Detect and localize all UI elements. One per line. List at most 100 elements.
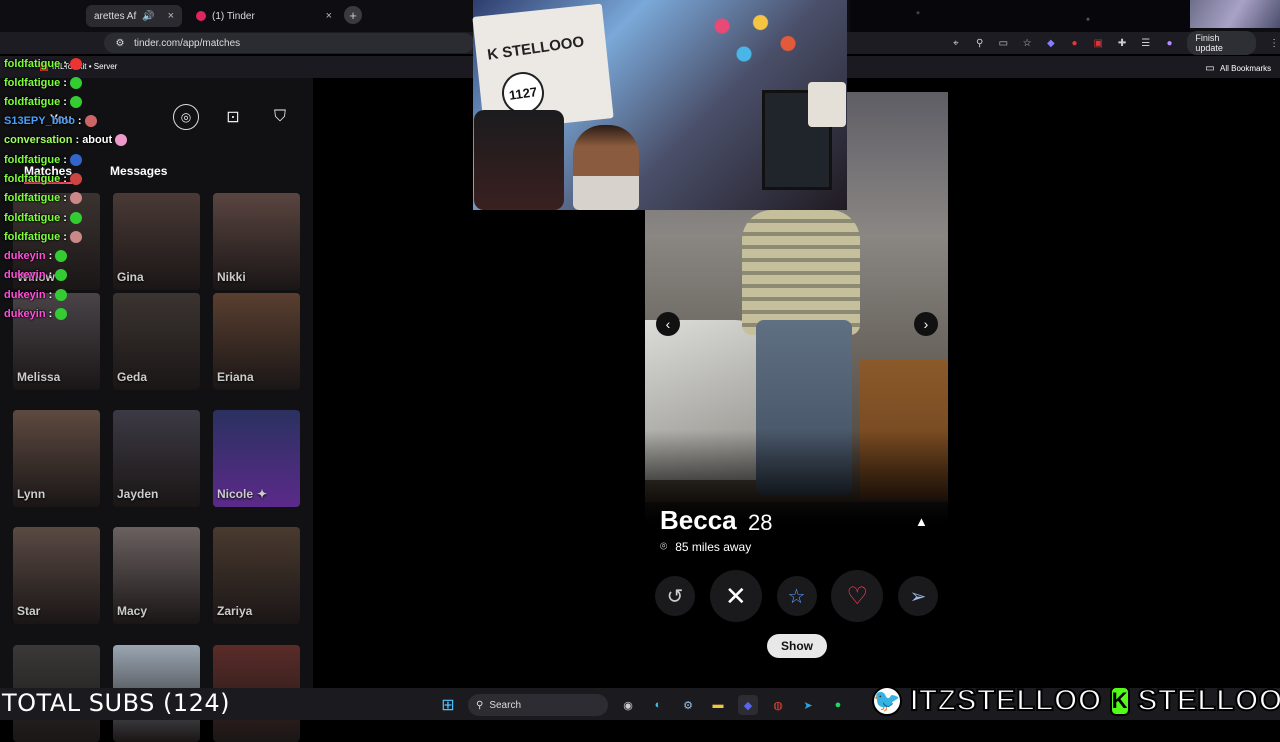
close-icon: ✕ — [724, 580, 747, 611]
chrome-icon[interactable]: ◍ — [768, 695, 788, 715]
chat-separator: : — [63, 58, 67, 70]
obs-icon[interactable]: ◉ — [618, 695, 638, 715]
show-button[interactable]: Show — [767, 634, 827, 658]
address-bar[interactable]: ⚙ tinder.com/app/matches — [104, 33, 474, 53]
heart-icon: ♡ — [846, 582, 868, 610]
chat-emote-icon — [69, 154, 82, 166]
windows-start-icon[interactable]: ⊞ — [438, 695, 458, 715]
profile-name: Becca — [660, 505, 737, 535]
chat-emote-icon — [115, 134, 128, 146]
lamp — [808, 82, 846, 127]
tinder-flame-icon — [196, 11, 206, 21]
next-photo-button[interactable]: › — [914, 312, 938, 336]
twitter-handle: ITZSTELLOO — [909, 683, 1102, 718]
chevron-left-icon: ‹ — [665, 316, 671, 332]
browser-tab-tinder[interactable]: (1) Tinder × — [188, 5, 340, 27]
extension-icon[interactable]: ◆ — [1045, 37, 1057, 49]
chat-emote-icon — [55, 308, 68, 320]
bookmark-star-icon[interactable]: ☆ — [1021, 37, 1033, 49]
reading-list-icon[interactable]: ☰ — [1140, 37, 1152, 49]
match-card[interactable]: Star — [13, 527, 100, 624]
nebula-background — [1190, 0, 1280, 28]
site-info-icon[interactable]: ⚙ — [114, 37, 126, 49]
chat-separator: : — [63, 154, 67, 166]
shield-extension-icon[interactable]: ● — [1069, 37, 1081, 49]
chat-separator: : — [63, 96, 67, 108]
kick-logo-icon: K — [1109, 685, 1130, 716]
edge-icon[interactable]: ◐ — [648, 695, 668, 715]
total-subs-counter: TOTAL SUBS (124) — [2, 689, 231, 717]
chat-message: foldfatigue : — [4, 154, 82, 166]
search-icon: ⚲ — [476, 699, 484, 711]
briefcase-icon[interactable]: ⊡ — [220, 104, 246, 130]
chat-username: dukeyin — [4, 289, 46, 301]
location-icon[interactable]: ⌖ — [950, 37, 962, 49]
chat-message: S13EPY_bloo : — [4, 115, 97, 127]
starfield-background — [850, 0, 1190, 32]
chat-separator: : — [48, 250, 53, 262]
chat-username: foldfatigue — [4, 192, 61, 204]
finish-update-button[interactable]: Finish update — [1187, 31, 1257, 55]
nope-button[interactable]: ✕ — [709, 570, 762, 622]
chat-message: foldfatigue : — [4, 212, 82, 224]
previous-photo-button[interactable]: ‹ — [656, 312, 680, 336]
close-tab-icon[interactable]: × — [168, 10, 174, 22]
cast-icon[interactable]: ▭ — [997, 37, 1009, 49]
match-card[interactable]: Nicole ✦ — [213, 410, 300, 507]
puzzle-icon[interactable]: ✚ — [1116, 37, 1128, 49]
send-button[interactable]: ➢ — [898, 576, 938, 616]
chat-separator: : about — [75, 134, 113, 146]
zoom-icon[interactable]: ⚲ — [974, 37, 986, 49]
sidebar-top-icons: ◎ ⊡ ⛉ — [173, 104, 293, 130]
chat-message: conversation : about — [4, 134, 128, 146]
browser-tab-stream[interactable]: arettes Af 🔊 × — [86, 5, 182, 27]
match-card[interactable]: Zariya — [213, 527, 300, 624]
menu-dots-icon[interactable]: ⋮ — [1268, 37, 1280, 49]
chat-separator: : — [48, 308, 53, 320]
match-card[interactable]: Jayden — [113, 410, 200, 507]
super-like-button[interactable]: ☆ — [776, 576, 817, 616]
chat-emote-icon — [69, 192, 82, 204]
taskbar-icons: ⊞ ⚲ Search ◉ ◐ ⚙ ▬ ◆ ◍ ➤ ● — [438, 694, 848, 716]
match-card[interactable]: Nikki — [213, 193, 300, 290]
match-card[interactable]: Geda — [113, 293, 200, 390]
explore-compass-icon[interactable]: ◎ — [173, 104, 199, 130]
like-button[interactable]: ♡ — [831, 570, 884, 622]
chat-emote-icon — [55, 250, 68, 262]
shield-icon[interactable]: ⛉ — [267, 104, 293, 130]
spotify-icon[interactable]: ● — [828, 695, 848, 715]
chat-emote-icon — [69, 212, 82, 224]
chat-username: foldfatigue — [4, 96, 61, 108]
chat-emote-icon — [69, 77, 82, 89]
new-tab-button[interactable]: + — [344, 6, 362, 24]
match-card[interactable]: Lynn — [13, 410, 100, 507]
telegram-icon[interactable]: ➤ — [798, 695, 818, 715]
profile-avatar-icon[interactable]: ● — [1164, 37, 1176, 49]
match-card[interactable]: Macy — [113, 527, 200, 624]
match-card[interactable]: Eriana — [213, 293, 300, 390]
file-explorer-icon[interactable]: ▬ — [708, 695, 728, 715]
profile-age: 28 — [748, 510, 773, 535]
steam-icon[interactable]: ⚙ — [678, 695, 698, 715]
chat-username: foldfatigue — [4, 154, 61, 166]
tab-messages[interactable]: Messages — [110, 164, 167, 184]
rewind-button[interactable]: ↺ — [655, 576, 695, 616]
chat-username: foldfatigue — [4, 173, 61, 185]
discord-icon[interactable]: ◆ — [738, 695, 758, 715]
match-name: Geda — [117, 370, 148, 384]
chat-message: foldfatigue : — [4, 96, 82, 108]
chat-message: foldfatigue : — [4, 173, 82, 185]
taskbar-search[interactable]: ⚲ Search — [468, 694, 608, 716]
chat-emote-icon — [69, 173, 82, 185]
match-name: Star — [17, 604, 41, 618]
close-tab-icon[interactable]: × — [326, 10, 332, 22]
chat-message: dukeyin : — [4, 289, 68, 301]
extension-badge-icon[interactable]: ▣ — [1092, 37, 1104, 49]
chat-separator: : — [77, 115, 82, 127]
match-card[interactable]: Gina — [113, 193, 200, 290]
all-bookmarks-button[interactable]: ▭ All Bookmarks — [1204, 62, 1271, 74]
url-text: tinder.com/app/matches — [134, 37, 241, 49]
send-arrow-icon: ➢ — [909, 585, 927, 608]
profile-info-button[interactable]: ▲ — [915, 514, 928, 529]
chat-message: dukeyin : — [4, 308, 68, 320]
